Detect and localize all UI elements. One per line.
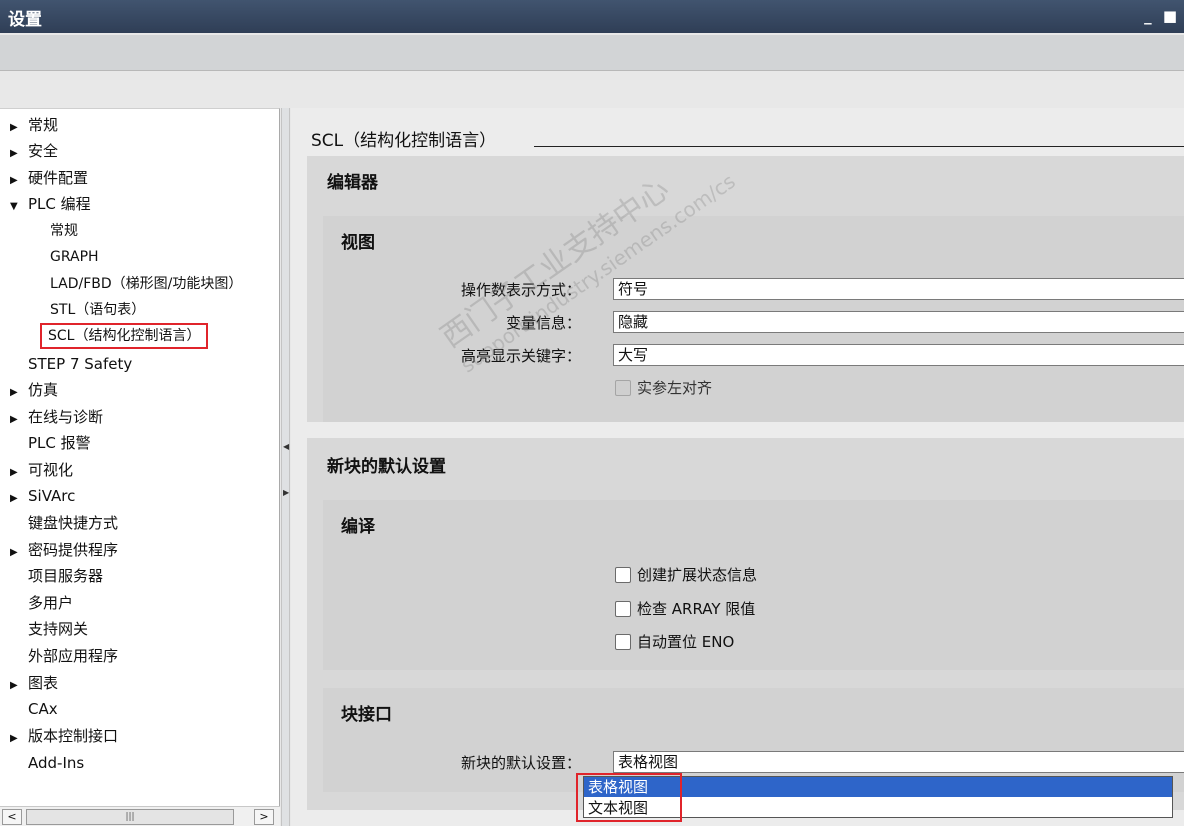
block-interface-subsection-title: 块接口	[341, 705, 392, 725]
operand-representation-select[interactable]: 符号 ▼	[613, 278, 1184, 300]
check-array-limits-checkbox[interactable]: 检查 ARRAY 限值	[615, 598, 755, 619]
nav-item-support-gateway[interactable]: 支持网关	[28, 618, 88, 640]
compile-subsection: 编译 创建扩展状态信息 检查 ARRAY 限值 自动置位 ENO	[323, 500, 1184, 670]
nav-item-general[interactable]: ▶ 常规	[10, 114, 58, 136]
nav-item-keyboard-shortcuts[interactable]: 键盘快捷方式	[28, 512, 118, 534]
view-subsection: 视图 操作数表示方式： 符号 ▼ 变量信息： 隐藏 ▼ 高亮显示关键字： 大写 …	[323, 216, 1184, 422]
scroll-right-button[interactable]: >	[254, 809, 274, 825]
nav-item-online-diagnostics[interactable]: ▶ 在线与诊断	[10, 406, 103, 428]
collapse-left-icon[interactable]: ◀	[283, 442, 289, 451]
scroll-thumb[interactable]: |||	[26, 809, 234, 825]
page-title: SCL（结构化控制语言）	[311, 131, 497, 151]
window-title-bar: 设置 _ ■	[0, 0, 1184, 33]
settings-content-panel: SCL（结构化控制语言） 编辑器 视图 操作数表示方式： 符号 ▼ 变量信息： …	[291, 108, 1184, 826]
highlight-annotation-box	[576, 773, 682, 822]
checkbox-icon[interactable]	[615, 601, 631, 617]
checkbox-icon[interactable]	[615, 634, 631, 650]
nav-item-add-ins[interactable]: Add-Ins	[28, 752, 84, 774]
nav-item-sivarc[interactable]: ▶ SiVArc	[10, 485, 75, 507]
operand-representation-label: 操作数表示方式：	[460, 281, 581, 299]
nav-item-password-providers[interactable]: ▶ 密码提供程序	[10, 539, 118, 561]
nav-item-step7-safety[interactable]: STEP 7 Safety	[28, 353, 132, 375]
block-interface-default-select[interactable]: 表格视图 ▼	[613, 751, 1184, 773]
editor-section-title: 编辑器	[327, 173, 378, 193]
view-subsection-title: 视图	[341, 233, 375, 253]
settings-nav-tree: ▶ 常规 ▶ 安全 ▶ 硬件配置 ▼ PLC 编程 常规 GRAPH LAD/FBD（梯…	[0, 108, 280, 826]
window-title: 设置	[8, 10, 42, 30]
auto-set-eno-checkbox[interactable]: 自动置位 ENO	[615, 631, 734, 652]
align-actual-params-checkbox[interactable]: 实参左对齐	[615, 377, 712, 398]
expand-arrow-icon[interactable]: ▶	[10, 170, 22, 192]
checkbox-icon[interactable]	[615, 380, 631, 396]
keyword-highlight-select[interactable]: 大写 ▼	[613, 344, 1184, 366]
nav-item-cax[interactable]: CAx	[28, 698, 58, 720]
collapse-arrow-icon[interactable]: ▼	[10, 196, 22, 218]
nav-item-simulation[interactable]: ▶ 仿真	[10, 379, 58, 401]
nav-item-stl[interactable]: STL（语句表）	[50, 299, 145, 321]
nav-item-graph[interactable]: GRAPH	[50, 246, 99, 268]
nav-item-plc-alarms[interactable]: PLC 报警	[28, 432, 91, 454]
variable-info-select[interactable]: 隐藏 ▼	[613, 311, 1184, 333]
extended-status-checkbox[interactable]: 创建扩展状态信息	[615, 564, 757, 585]
expand-arrow-icon[interactable]: ▶	[10, 462, 22, 484]
pane-splitter[interactable]: ◀ ▶	[281, 108, 290, 826]
checkbox-icon[interactable]	[615, 567, 631, 583]
editor-section: 编辑器 视图 操作数表示方式： 符号 ▼ 变量信息： 隐藏 ▼ 高亮显示关键字：…	[307, 156, 1184, 422]
toolbar	[0, 35, 1184, 71]
new-block-defaults-section: 新块的默认设置 编译 创建扩展状态信息 检查 ARRAY 限值 自动置位 ENO…	[307, 438, 1184, 810]
expand-arrow-icon[interactable]: ▶	[10, 488, 22, 510]
window-controls[interactable]: _ ■	[1144, 7, 1180, 25]
new-block-default-label: 新块的默认设置：	[460, 754, 581, 772]
scroll-left-button[interactable]: <	[2, 809, 22, 825]
nav-item-plc-programming[interactable]: ▼ PLC 编程	[10, 193, 91, 215]
nav-horizontal-scrollbar[interactable]: < ||| >	[0, 806, 280, 826]
expand-arrow-icon[interactable]: ▶	[10, 382, 22, 404]
expand-right-icon[interactable]: ▶	[283, 488, 289, 497]
expand-arrow-icon[interactable]: ▶	[10, 542, 22, 564]
expand-arrow-icon[interactable]: ▶	[10, 409, 22, 431]
compile-subsection-title: 编译	[341, 517, 375, 537]
expand-arrow-icon[interactable]: ▶	[10, 675, 22, 697]
nav-item-scl-selected[interactable]: SCL（结构化控制语言）	[40, 323, 209, 349]
nav-item-plc-general[interactable]: 常规	[50, 220, 78, 242]
nav-item-external-apps[interactable]: 外部应用程序	[28, 645, 118, 667]
keyword-highlight-label: 高亮显示关键字：	[460, 347, 581, 365]
expand-arrow-icon[interactable]: ▶	[10, 143, 22, 165]
nav-item-visualization[interactable]: ▶ 可视化	[10, 459, 73, 481]
nav-item-hardware-config[interactable]: ▶ 硬件配置	[10, 167, 88, 189]
variable-info-label: 变量信息：	[505, 314, 581, 332]
new-block-section-title: 新块的默认设置	[327, 457, 446, 477]
nav-item-security[interactable]: ▶ 安全	[10, 140, 58, 162]
nav-item-charts[interactable]: ▶ 图表	[10, 672, 58, 694]
nav-item-version-control[interactable]: ▶ 版本控制接口	[10, 725, 118, 747]
expand-arrow-icon[interactable]: ▶	[10, 117, 22, 139]
title-divider	[534, 146, 1184, 147]
nav-item-multiuser[interactable]: 多用户	[28, 592, 73, 614]
expand-arrow-icon[interactable]: ▶	[10, 728, 22, 750]
nav-item-lad-fbd[interactable]: LAD/FBD（梯形图/功能块图）	[50, 273, 242, 295]
nav-item-project-server[interactable]: 项目服务器	[28, 565, 103, 587]
